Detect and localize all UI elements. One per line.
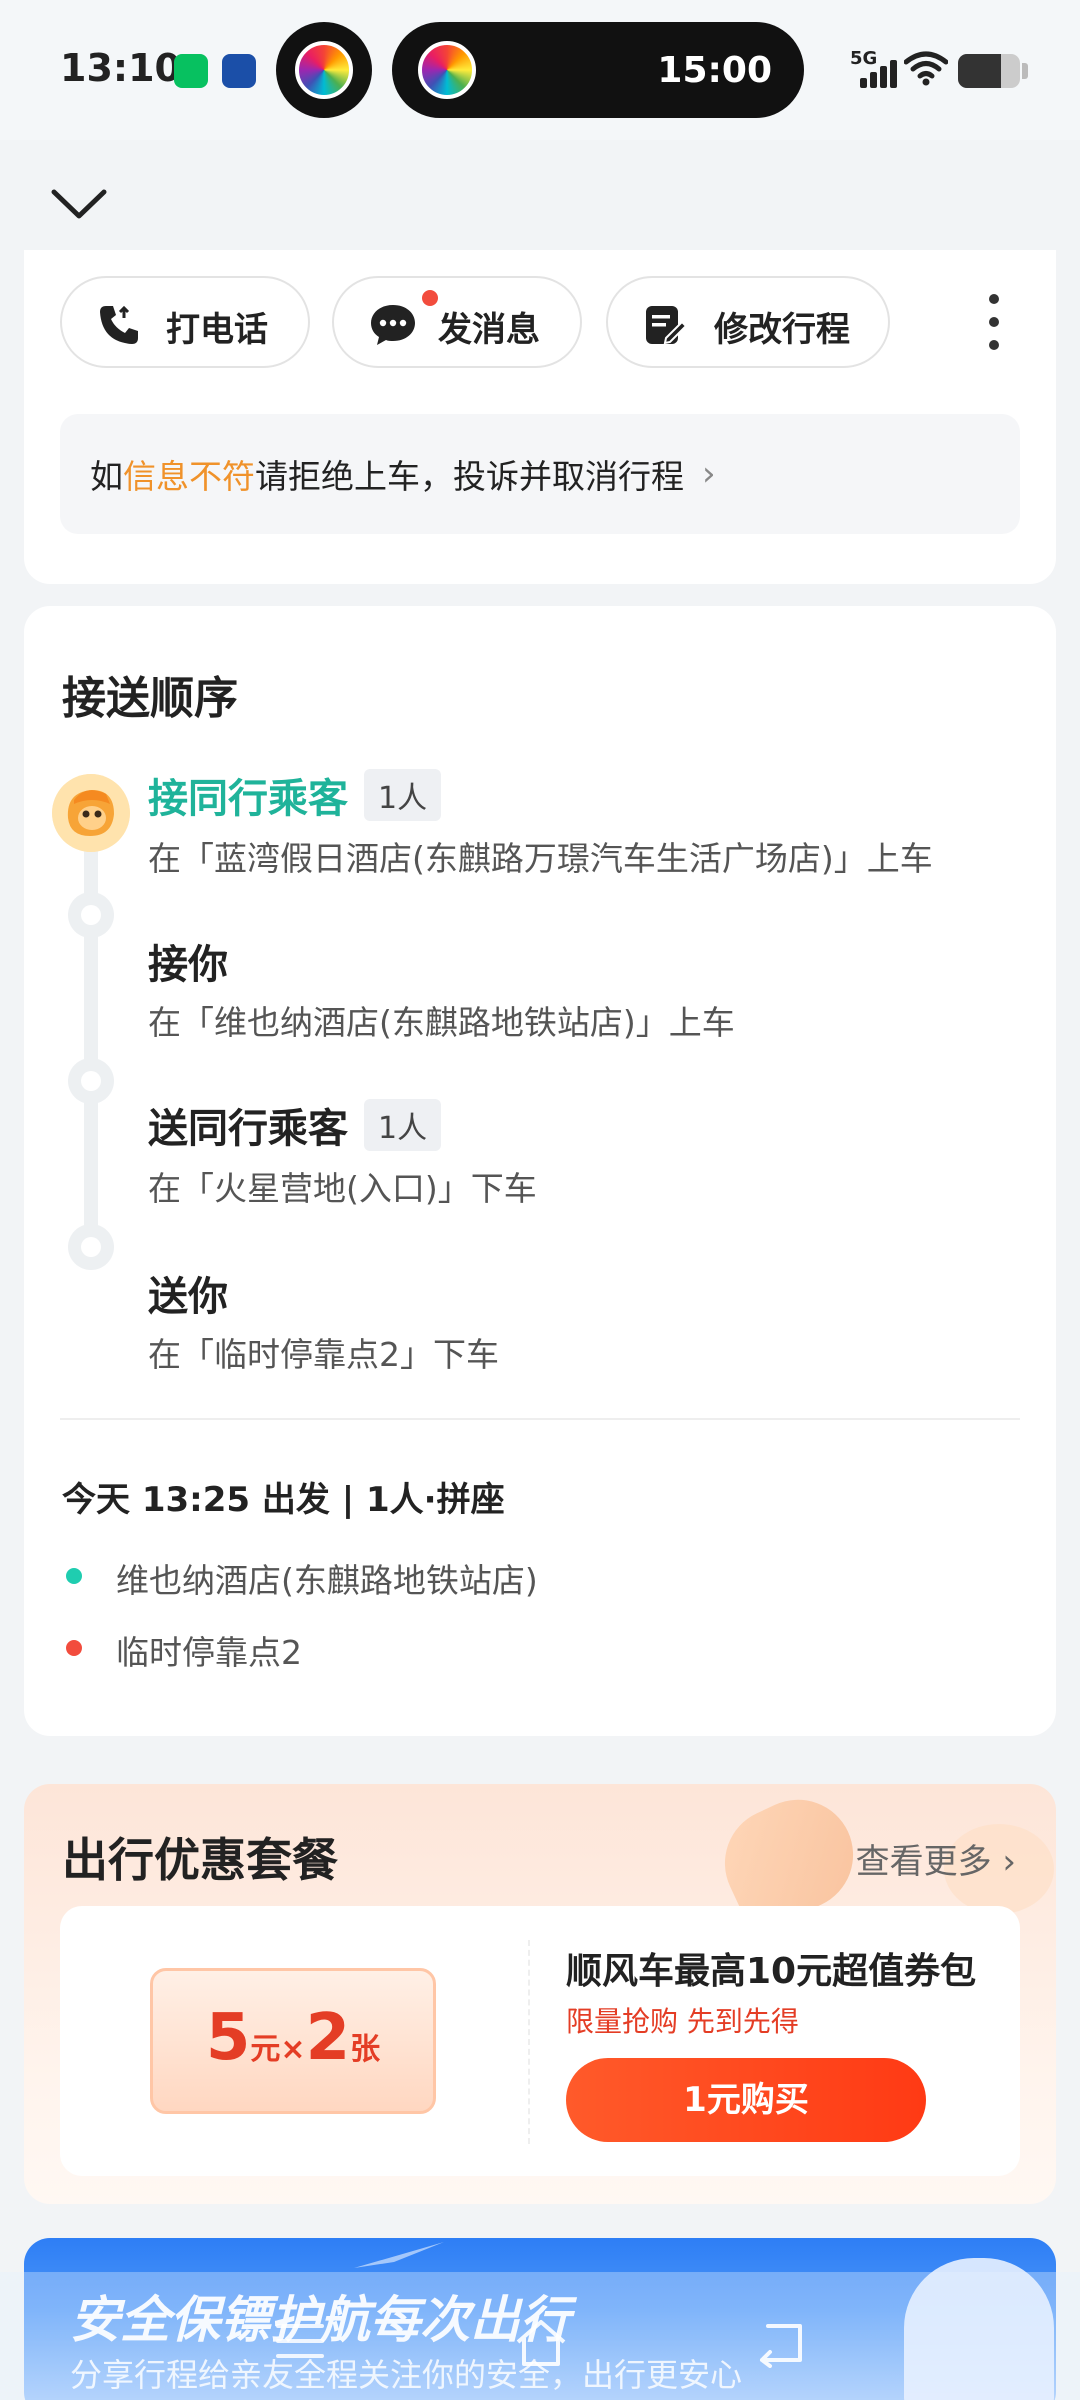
coupon-amount: 5	[205, 2001, 251, 2075]
edit-trip-button[interactable]: 修改行程	[606, 276, 890, 368]
stop-description: 在「火星营地(入口)」下车	[148, 1169, 537, 1208]
timeline-node	[68, 1058, 114, 1104]
app-logo-icon	[295, 41, 353, 99]
stop-title: 送你	[148, 1274, 228, 1320]
stop-description: 在「维也纳酒店(东麒路地铁站店)」上车	[148, 1003, 735, 1042]
notice-highlight: 信息不符	[123, 457, 255, 496]
back-icon[interactable]	[754, 2318, 808, 2368]
live-activity-dot[interactable]	[276, 22, 372, 118]
notice-text: 请拒绝上车，投诉并取消行程	[255, 457, 684, 496]
app-notification-icon	[222, 54, 256, 88]
passenger-count-badge: 1人	[364, 769, 442, 821]
coupon-times: ×	[280, 2032, 306, 2067]
trip-summary: 今天 13:25 出发 | 1人·拼座	[62, 1480, 505, 1520]
passenger-count-badge: 1人	[364, 1099, 442, 1151]
promo-title: 出行优惠套餐	[62, 1833, 338, 1887]
status-bar: 13:10 15:00 5G	[0, 0, 1080, 140]
notice-prefix: 如	[90, 457, 123, 496]
live-activity-time: 15:00	[657, 50, 772, 91]
unread-dot	[422, 290, 438, 306]
pickup-order-card: 接送顺序 接同行乘客 1人 在「蓝湾假日酒店(东麒路万璟汽车生活广场店)」上车 接…	[24, 606, 1056, 1736]
battery-tip	[1022, 63, 1028, 79]
wechat-notification-icon	[174, 54, 208, 88]
destination-dot	[66, 1640, 82, 1656]
stop-description: 在「临时停靠点2」下车	[148, 1335, 499, 1374]
system-nav-bar	[0, 2300, 1080, 2400]
see-more-link[interactable]: 查看更多 ›	[856, 1834, 1016, 1883]
stop-title: 送同行乘客 1人	[148, 1096, 442, 1154]
buy-button[interactable]: 1元购买	[566, 2058, 926, 2142]
origin-location: 维也纳酒店(东麒路地铁站店)	[116, 1561, 538, 1600]
timeline-node	[68, 1224, 114, 1270]
chevron-right-icon: ›	[702, 454, 716, 494]
coupon-count-unit: 张	[350, 2032, 381, 2067]
promo-name: 顺风车最高10元超值券包	[566, 1951, 977, 1992]
travel-promo-card: 出行优惠套餐 查看更多 › 5元×2张 顺风车最高10元超值券包 限量抢购 先到…	[24, 1784, 1056, 2204]
phone-icon	[100, 305, 138, 344]
safety-notice[interactable]: 如信息不符 请拒绝上车，投诉并取消行程 ›	[60, 414, 1020, 534]
wifi-icon	[904, 51, 948, 86]
home-icon[interactable]	[514, 2318, 568, 2368]
coupon-package[interactable]: 5元×2张 顺风车最高10元超值券包 限量抢购 先到先得 1元购买	[60, 1906, 1020, 2176]
edit-trip-label: 修改行程	[714, 310, 850, 350]
edit-document-icon	[646, 306, 688, 345]
coupon-unit: 元	[250, 2032, 281, 2067]
battery-icon	[958, 54, 1020, 88]
driver-actions-card: 打电话 发消息 修改行程 如信息不符 请拒绝上车，投诉并取消行程 ›	[24, 250, 1056, 584]
stop-description: 在「蓝湾假日酒店(东麒路万璟汽车生活广场店)」上车	[148, 839, 933, 878]
coupon-ticket: 5元×2张	[150, 1968, 436, 2114]
timeline-track	[84, 786, 98, 1256]
pickup-order-title: 接送顺序	[62, 673, 238, 724]
chevron-right-icon: ›	[1002, 1842, 1016, 1882]
message-button[interactable]: 发消息	[332, 276, 582, 368]
dashed-divider	[528, 1940, 530, 2144]
passenger-avatar	[52, 774, 130, 852]
signal-icon	[856, 52, 897, 88]
more-options-icon[interactable]	[988, 294, 1000, 350]
call-button[interactable]: 打电话	[60, 276, 310, 368]
status-time: 13:10	[60, 46, 181, 90]
stop-title: 接你	[148, 942, 228, 988]
divider	[60, 1418, 1020, 1420]
destination-location: 临时停靠点2	[116, 1633, 302, 1672]
app-logo-icon	[418, 41, 476, 99]
call-label: 打电话	[166, 310, 268, 350]
menu-icon[interactable]	[274, 2318, 326, 2364]
message-label: 发消息	[438, 310, 540, 350]
live-activity-pill[interactable]: 15:00	[392, 22, 804, 118]
collapse-chevron-icon[interactable]	[46, 176, 112, 236]
chat-bubble-icon	[371, 305, 415, 345]
stop-title: 接同行乘客 1人	[148, 766, 442, 824]
origin-dot	[66, 1568, 82, 1584]
promo-subtitle: 限量抢购 先到先得	[566, 2005, 799, 2038]
coupon-count: 2	[305, 2001, 351, 2075]
timeline-node	[68, 892, 114, 938]
